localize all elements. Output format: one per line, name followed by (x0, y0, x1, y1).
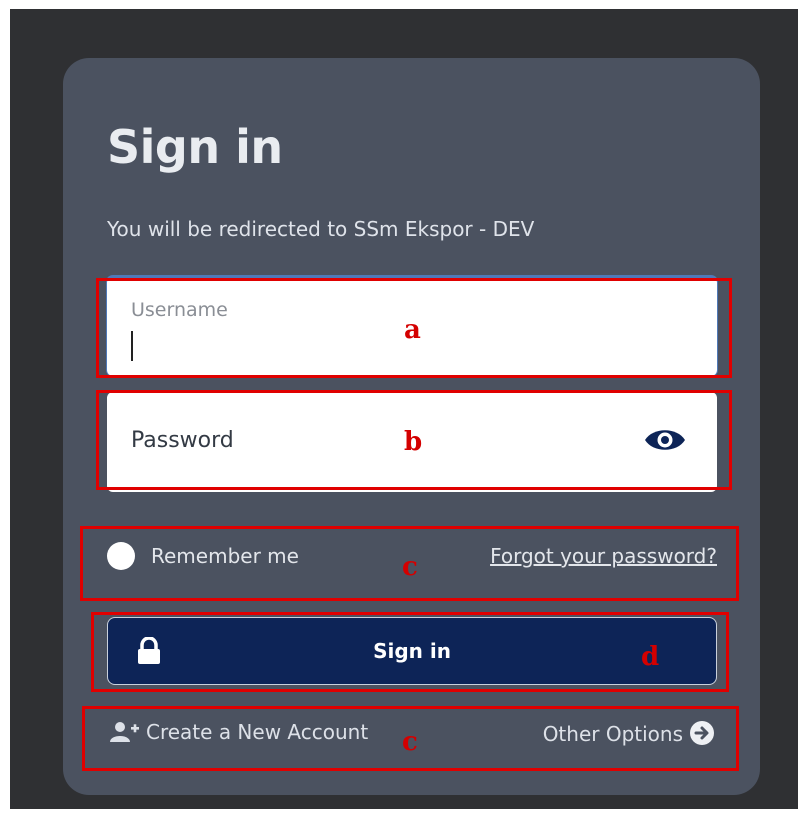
annotation-label-d: d (641, 642, 660, 672)
annotation-label-c-bottom: c (402, 727, 418, 757)
redirect-subtitle: You will be redirected to SSm Ekspor - D… (107, 217, 535, 241)
annotation-box-signin (91, 612, 729, 692)
annotation-label-a: a (404, 315, 421, 345)
page-title: Sign in (107, 120, 283, 174)
annotation-label-b: b (404, 427, 423, 457)
annotation-label-c: c (402, 552, 418, 582)
